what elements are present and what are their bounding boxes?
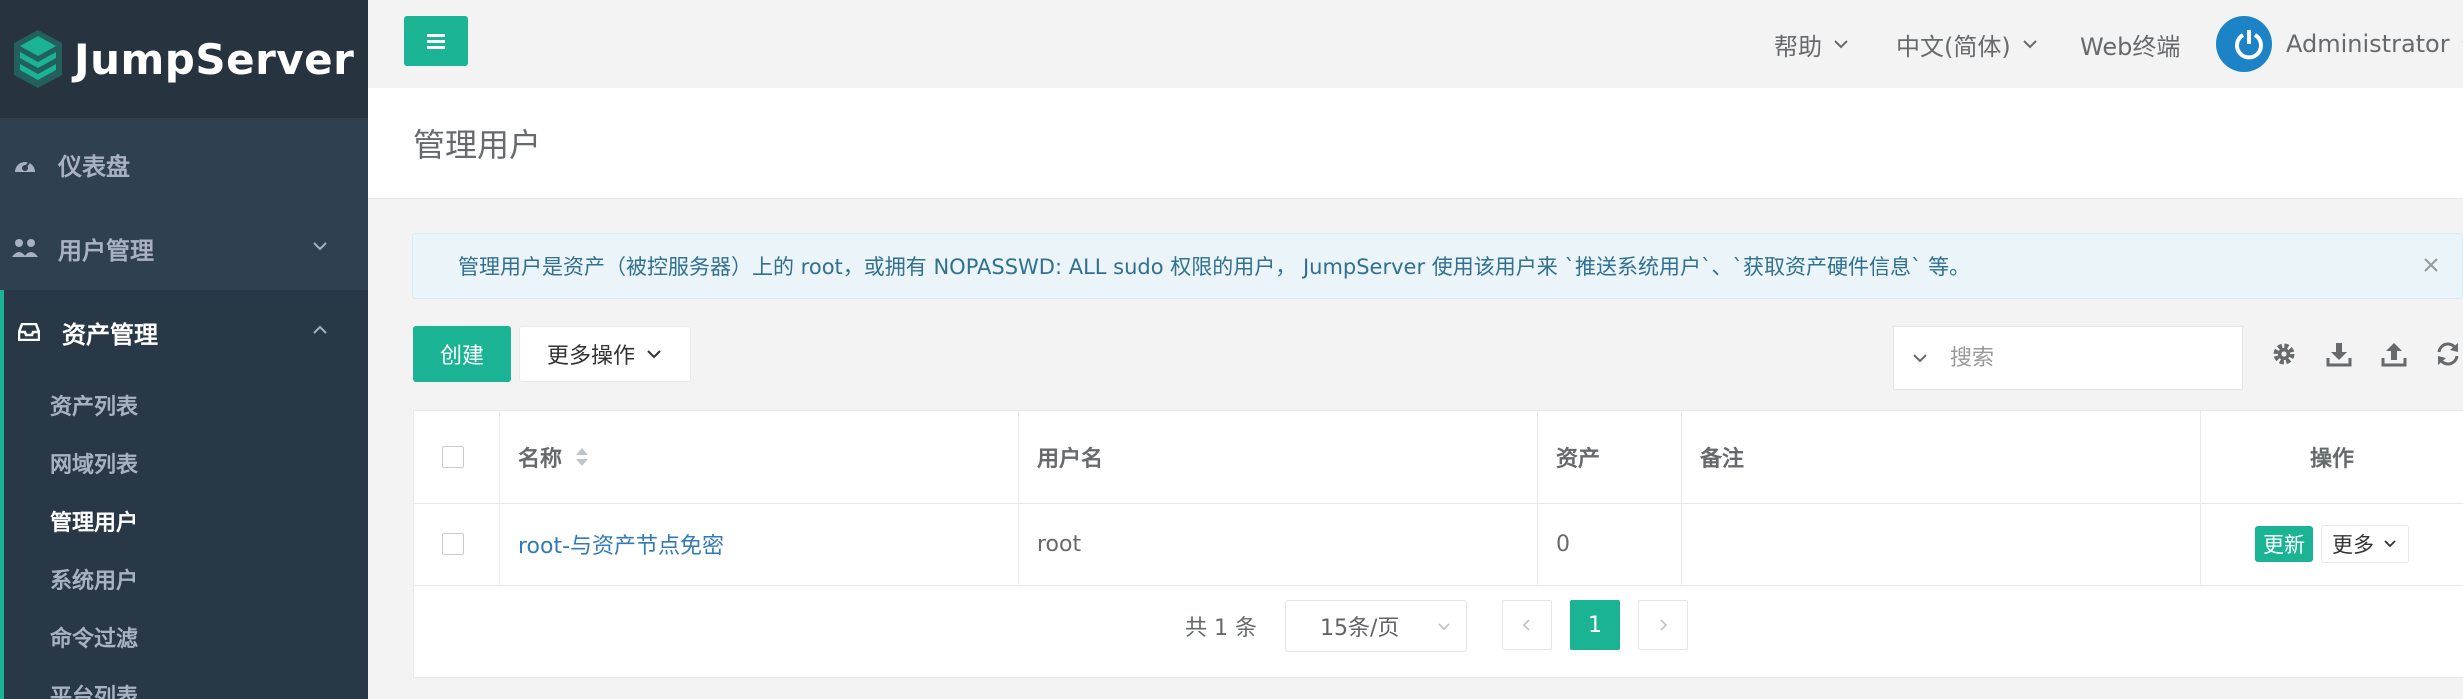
more-actions-button[interactable]: 更多操作: [519, 326, 691, 382]
header-name-label: 名称: [518, 447, 563, 472]
table-header-row: 名称 用户名 资产 备注 操作: [414, 411, 2463, 504]
page-size-select[interactable]: 15条/页: [1285, 600, 1467, 652]
chevron-down-icon: [2384, 540, 2396, 548]
user-name: Administrator: [2286, 30, 2450, 58]
hamburger-icon: [427, 34, 445, 49]
cell-comment: [1682, 503, 2201, 585]
web-terminal-link[interactable]: Web终端: [2080, 0, 2180, 88]
update-button[interactable]: 更新: [2255, 526, 2313, 562]
sidebar-toggle-button[interactable]: [404, 16, 468, 66]
sidebar-item-assets[interactable]: 资产管理: [0, 290, 368, 374]
table-row: root-与资产节点免密 root 0 更新 更多: [414, 503, 2463, 586]
avatar: [2216, 16, 2272, 72]
page-button-current[interactable]: 1: [1570, 600, 1620, 650]
page-title: 管理用户: [413, 126, 542, 164]
select-all-checkbox[interactable]: [442, 446, 464, 468]
page-size-value: 15条/页: [1320, 616, 1400, 641]
refresh-icon[interactable]: [2434, 340, 2462, 368]
chevron-down-icon: [647, 350, 661, 359]
chevron-down-icon: [1438, 623, 1450, 631]
pagination-total: 共 1 条: [1185, 616, 1257, 641]
upload-icon[interactable]: [2380, 340, 2408, 368]
submenu-item-platform-list[interactable]: 平台列表: [4, 666, 368, 699]
chevron-up-icon: [313, 325, 327, 334]
web-terminal-label: Web终端: [2080, 32, 2181, 61]
next-page-button[interactable]: [1638, 600, 1688, 650]
header-actions: 操作: [2309, 447, 2354, 472]
row-more-label: 更多: [2332, 533, 2374, 557]
cell-assets: 0: [1538, 503, 1682, 585]
chevron-down-icon[interactable]: [1910, 348, 1930, 368]
alert-text: 管理用户是资产（被控服务器）上的 root，或拥有 NOPASSWD: ALL …: [458, 255, 1971, 279]
power-icon: [2235, 30, 2263, 60]
dashboard-icon: [12, 151, 38, 177]
language-label: 中文(简体): [1896, 32, 2011, 61]
create-button[interactable]: 创建: [413, 326, 511, 382]
header-name[interactable]: 名称: [500, 411, 1019, 503]
more-actions-label: 更多操作: [546, 344, 635, 369]
submenu-item-system-user[interactable]: 系统用户: [4, 550, 368, 608]
gear-icon[interactable]: [2270, 340, 2298, 368]
sidebar-item-users[interactable]: 用户管理: [0, 206, 368, 290]
header-assets: 资产: [1538, 411, 1682, 503]
download-icon[interactable]: [2325, 340, 2353, 368]
language-menu[interactable]: 中文(简体): [1896, 0, 2039, 88]
sidebar-item-label: 用户管理: [58, 236, 154, 265]
row-checkbox-cell: [414, 503, 500, 585]
page-heading: 管理用户: [368, 88, 2463, 199]
sidebar-item-dashboard[interactable]: 仪表盘: [0, 122, 368, 206]
submenu-item-asset-list[interactable]: 资产列表: [4, 376, 368, 434]
submenu-item-command-filter[interactable]: 命令过滤: [4, 608, 368, 666]
sidebar: JumpServer 仪表盘 用户管理 资产管理 资产列表 网域列表 管理用户 …: [0, 0, 368, 699]
chevron-down-icon: [313, 242, 327, 251]
header-username: 用户名: [1019, 411, 1538, 503]
sidebar-item-label: 仪表盘: [58, 152, 130, 181]
chevron-down-icon: [2023, 40, 2037, 49]
brand-name: JumpServer: [74, 34, 355, 84]
prev-page-button[interactable]: [1502, 600, 1552, 650]
jumpserver-logo-icon: [14, 30, 62, 88]
close-icon[interactable]: [2420, 254, 2442, 276]
submenu-item-admin-user[interactable]: 管理用户: [4, 492, 368, 550]
users-icon: [12, 235, 38, 261]
header-comment: 备注: [1682, 411, 2201, 503]
sidebar-item-label: 资产管理: [62, 320, 158, 349]
search-input[interactable]: [1948, 344, 2202, 372]
help-menu[interactable]: 帮助: [1774, 0, 1850, 88]
cell-username: root: [1019, 503, 1538, 585]
user-menu[interactable]: Administrator: [2216, 0, 2463, 88]
topbar: 帮助 中文(简体) Web终端 Administrator: [368, 0, 2463, 89]
cell-actions: 更新 更多: [2201, 503, 2463, 585]
sort-icon[interactable]: [574, 445, 590, 469]
submenu-item-domain-list[interactable]: 网域列表: [4, 434, 368, 492]
admin-user-link[interactable]: root-与资产节点免密: [518, 528, 724, 560]
cell-name: root-与资产节点免密: [500, 503, 1019, 585]
help-label: 帮助: [1774, 32, 1822, 61]
info-alert: 管理用户是资产（被控服务器）上的 root，或拥有 NOPASSWD: ALL …: [412, 233, 2463, 299]
chevron-left-icon: [1522, 619, 1530, 631]
row-more-button[interactable]: 更多: [2321, 525, 2409, 563]
assets-submenu: 资产列表 网域列表 管理用户 系统用户 命令过滤 平台列表: [0, 374, 368, 699]
chevron-down-icon: [1834, 40, 1848, 49]
chevron-right-icon: [1660, 619, 1668, 631]
search-box: [1893, 326, 2243, 390]
inbox-icon: [16, 319, 42, 345]
brand[interactable]: JumpServer: [0, 0, 368, 118]
header-checkbox-cell: [414, 411, 500, 503]
row-checkbox[interactable]: [442, 533, 464, 555]
chevron-down-icon: [2461, 40, 2463, 43]
